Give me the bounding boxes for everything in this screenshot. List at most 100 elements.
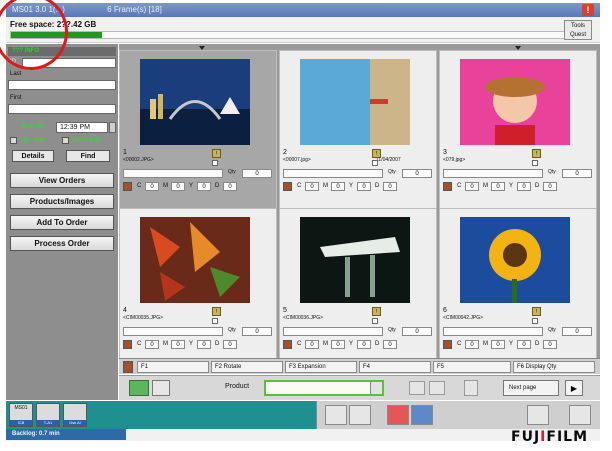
backlog-status: Backlog: 0.7 min [6, 429, 126, 440]
next-page-button[interactable]: Next page [503, 380, 559, 396]
m-input[interactable]: 0 [491, 340, 505, 349]
frame-product-select[interactable] [443, 327, 543, 336]
queue-icon[interactable] [527, 405, 549, 425]
c-input[interactable]: 0 [465, 340, 479, 349]
frame-thumbnail[interactable] [300, 217, 410, 303]
frame-product-select[interactable] [283, 169, 383, 178]
correction-tool-icon[interactable] [283, 340, 292, 349]
correction-tool-icon[interactable] [123, 340, 132, 349]
frame-thumbnail[interactable] [140, 59, 250, 145]
alert-icon[interactable]: ! [582, 4, 594, 16]
fkey-f5[interactable]: F5 [433, 361, 511, 373]
add-to-order-button[interactable]: Add To Order [10, 215, 114, 230]
station-dskal[interactable]: Dsk Al [63, 403, 87, 427]
frame-cell[interactable]: 1 <00002.JPG>! Qty 0 C 0 M 0 Y 0 D 0 [119, 50, 277, 209]
frame-cell[interactable]: 3 <079.jpg>! Qty 0 C 0 M 0 Y 0 D 0 [439, 50, 597, 209]
y-input[interactable]: 0 [197, 182, 211, 191]
color-icon[interactable] [387, 405, 409, 425]
edit-icon[interactable] [325, 405, 347, 425]
option1-checkbox[interactable] [10, 137, 17, 144]
view-orders-button[interactable]: View Orders [10, 173, 114, 188]
y-input[interactable]: 0 [517, 182, 531, 191]
station-ms01[interactable]: MS01 ICB [9, 403, 33, 427]
fkey-f1[interactable]: F1 [137, 361, 209, 373]
qty-input[interactable]: 0 [242, 327, 272, 336]
frame-product-select[interactable] [123, 327, 223, 336]
details-button[interactable]: Details [12, 150, 54, 162]
frame-cell[interactable]: 6 <CIM00042.JPG>! Qty 0 C 0 M 0 Y 0 D 0 [439, 208, 597, 367]
last-page-icon[interactable]: ▶ [565, 380, 583, 396]
c-input[interactable]: 0 [145, 340, 159, 349]
frame-product-select[interactable] [123, 169, 223, 178]
d-input[interactable]: 0 [223, 182, 237, 191]
printer-icon[interactable] [569, 405, 591, 425]
frame-checkbox[interactable] [212, 318, 218, 324]
tool-icon[interactable] [123, 361, 133, 373]
frame-checkbox[interactable] [372, 160, 378, 166]
frame-cell[interactable]: 2 <00007.jpg> 11/04/2007! Qty 0 C 0 M 0 Y 0 D 0 [279, 50, 437, 209]
fkey-f4[interactable]: F4 [359, 361, 431, 373]
option2-checkbox[interactable] [62, 137, 69, 144]
frame-thumbnail[interactable] [460, 59, 570, 145]
d-input[interactable]: 0 [223, 340, 237, 349]
confirm-icon[interactable] [129, 380, 149, 396]
m-input[interactable]: 0 [331, 340, 345, 349]
qty-input[interactable]: 0 [242, 169, 272, 178]
correction-tool-icon[interactable] [443, 340, 452, 349]
prev-page-icon[interactable] [429, 381, 445, 395]
frame-thumbnail[interactable] [460, 217, 570, 303]
d-input[interactable]: 0 [383, 182, 397, 191]
m-input[interactable]: 0 [491, 182, 505, 191]
c-input[interactable]: 0 [305, 340, 319, 349]
first-name-input[interactable] [8, 104, 116, 114]
fkey-f6-display-qty[interactable]: F6 Display Qty [513, 361, 595, 373]
page-stepper[interactable] [464, 380, 478, 396]
frame-thumbnail[interactable] [300, 59, 410, 145]
frame-checkbox[interactable] [372, 318, 378, 324]
frame-checkbox[interactable] [532, 160, 538, 166]
find-button[interactable]: Find [66, 150, 110, 162]
d-input[interactable]: 0 [543, 340, 557, 349]
d-input[interactable]: 0 [543, 182, 557, 191]
m-input[interactable]: 0 [171, 182, 185, 191]
print-icon[interactable] [152, 380, 170, 396]
time-spinner[interactable] [109, 122, 116, 133]
y-input[interactable]: 0 [197, 340, 211, 349]
qty-input[interactable]: 0 [402, 169, 432, 178]
correction-tool-icon[interactable] [443, 182, 452, 191]
c-input[interactable]: 0 [465, 182, 479, 191]
qty-input[interactable]: 0 [562, 169, 592, 178]
correction-tool-icon[interactable] [283, 182, 292, 191]
tools-button[interactable]: Tools Quest [564, 20, 592, 40]
chevron-down-icon[interactable] [370, 382, 382, 394]
copy-icon[interactable] [349, 405, 371, 425]
c-input[interactable]: 0 [305, 182, 319, 191]
station-ta1[interactable]: T-A1 [36, 403, 60, 427]
frame-cell[interactable]: 5 <CIM00036.JPG>! Qty 0 C 0 M 0 Y 0 D 0 [279, 208, 437, 367]
first-page-icon[interactable] [409, 381, 425, 395]
due-time-input[interactable]: 12:39 PM [56, 122, 108, 133]
frame-thumbnail[interactable] [140, 217, 250, 303]
product-select[interactable] [264, 380, 384, 396]
y-input[interactable]: 0 [517, 340, 531, 349]
fkey-f2-rotate[interactable]: F2 Rotate [211, 361, 283, 373]
frame-cell[interactable]: 4 <CIM00035.JPG>! Qty 0 C 0 M 0 Y 0 D 0 [119, 208, 277, 367]
correction-tool-icon[interactable] [123, 182, 132, 191]
qty-input[interactable]: 0 [402, 327, 432, 336]
edit-image-icon[interactable] [411, 405, 433, 425]
m-input[interactable]: 0 [331, 182, 345, 191]
frame-product-select[interactable] [443, 169, 543, 178]
products-images-button[interactable]: Products/Images [10, 194, 114, 209]
process-order-button[interactable]: Process Order [10, 236, 114, 251]
qty-input[interactable]: 0 [562, 327, 592, 336]
d-input[interactable]: 0 [383, 340, 397, 349]
m-input[interactable]: 0 [171, 340, 185, 349]
y-input[interactable]: 0 [357, 340, 371, 349]
last-name-input[interactable] [8, 80, 116, 90]
frame-product-select[interactable] [283, 327, 383, 336]
fkey-f3-expansion[interactable]: F3 Expansion [285, 361, 357, 373]
frame-checkbox[interactable] [532, 318, 538, 324]
frame-checkbox[interactable] [212, 160, 218, 166]
y-input[interactable]: 0 [357, 182, 371, 191]
c-input[interactable]: 0 [145, 182, 159, 191]
